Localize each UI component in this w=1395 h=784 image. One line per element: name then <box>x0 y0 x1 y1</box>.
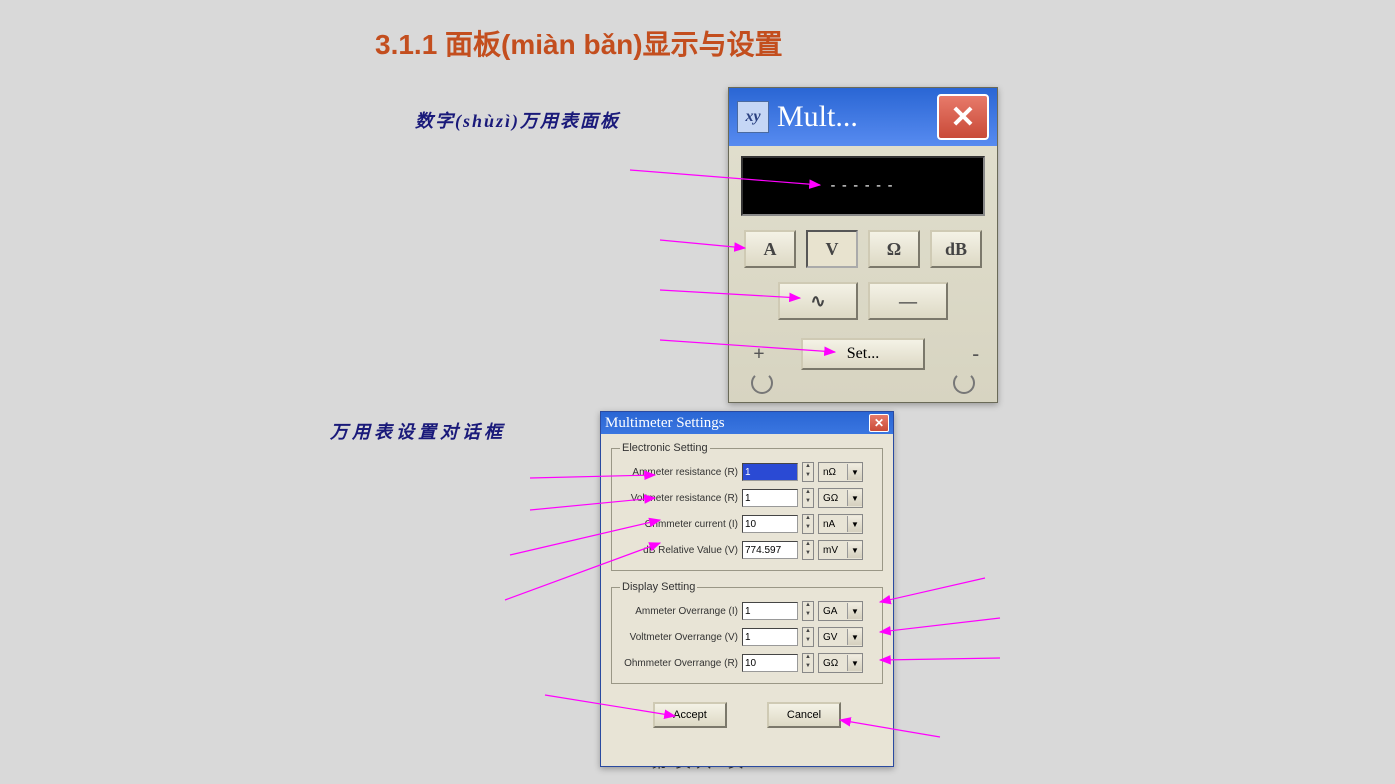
ohm-i-spinner[interactable]: ▲▼ <box>802 514 814 534</box>
field-voltmeter-overrange: Voltmeter Overrange (V) ▲▼ GV▼ <box>620 627 874 647</box>
volt-over-spinner[interactable]: ▲▼ <box>802 627 814 647</box>
multimeter-panel: xy Mult... ✕ ------ A V Ω dB ∿ — + Set..… <box>728 87 998 403</box>
multimeter-titlebar: xy Mult... ✕ <box>729 88 997 146</box>
display-setting-group: Display Setting Ammeter Overrange (I) ▲▼… <box>611 581 883 684</box>
wave-dc-button[interactable]: — <box>868 282 948 320</box>
ammeter-r-unit-dropdown[interactable]: ▼ <box>847 464 862 480</box>
multimeter-title-text: Mult... <box>777 100 929 134</box>
ohm-over-input[interactable] <box>742 654 798 672</box>
ohm-over-unit-dropdown[interactable]: ▼ <box>847 655 862 671</box>
voltmeter-r-input[interactable] <box>742 489 798 507</box>
dc-line-icon: — <box>899 291 917 312</box>
voltmeter-r-unit: GΩ <box>819 493 847 504</box>
mode-volt-button[interactable]: V <box>806 230 858 268</box>
settings-titlebar: Multimeter Settings ✕ <box>601 412 893 434</box>
amm-over-input[interactable] <box>742 602 798 620</box>
ohm-over-unit: GΩ <box>819 658 847 669</box>
mode-ohm-button[interactable]: Ω <box>868 230 920 268</box>
display-setting-legend: Display Setting <box>620 581 697 593</box>
ammeter-r-input[interactable] <box>742 463 798 481</box>
db-v-input[interactable] <box>742 541 798 559</box>
voltmeter-r-unit-dropdown[interactable]: ▼ <box>847 490 862 506</box>
ohm-over-label: Ohmmeter Overrange (R) <box>620 658 738 669</box>
ohm-i-input[interactable] <box>742 515 798 533</box>
terminal-minus-icon[interactable] <box>953 372 975 394</box>
sine-wave-icon: ∿ <box>810 291 825 312</box>
electronic-setting-legend: Electronic Setting <box>620 442 710 454</box>
field-voltmeter-resistance: Voltmeter resistance (R) ▲▼ GΩ▼ <box>620 488 874 508</box>
terminal-minus-label: - <box>955 343 979 366</box>
close-icon[interactable]: ✕ <box>869 414 889 432</box>
field-ohmmeter-current: Ohmmeter current (I) ▲▼ nA▼ <box>620 514 874 534</box>
electronic-setting-group: Electronic Setting Ammeter resistance (R… <box>611 442 883 571</box>
field-ammeter-overrange: Ammeter Overrange (I) ▲▼ GA▼ <box>620 601 874 621</box>
ammeter-r-spinner[interactable]: ▲▼ <box>802 462 814 482</box>
section-heading: 3.1.1 面板(miàn bǎn)显示与设置 <box>375 25 795 64</box>
amm-over-unit-dropdown[interactable]: ▼ <box>847 603 862 619</box>
label-panel: 数字(shùzì)万用表面板 <box>415 108 635 135</box>
label-settings-dialog: 万用表设置对话框 <box>330 418 506 444</box>
field-ammeter-resistance: Ammeter resistance (R) ▲▼ nΩ▼ <box>620 462 874 482</box>
multimeter-app-icon: xy <box>737 101 769 133</box>
amm-over-label: Ammeter Overrange (I) <box>620 606 738 617</box>
volt-over-unit-dropdown[interactable]: ▼ <box>847 629 862 645</box>
settings-title-text: Multimeter Settings <box>605 415 865 432</box>
terminal-plus-icon[interactable] <box>751 372 773 394</box>
cancel-button[interactable]: Cancel <box>767 702 841 728</box>
wave-ac-button[interactable]: ∿ <box>778 282 858 320</box>
ohm-i-unit: nA <box>819 519 847 530</box>
volt-over-unit: GV <box>819 632 847 643</box>
amm-over-unit: GA <box>819 606 847 617</box>
accept-button[interactable]: Accept <box>653 702 727 728</box>
volt-over-input[interactable] <box>742 628 798 646</box>
db-v-spinner[interactable]: ▲▼ <box>802 540 814 560</box>
volt-over-label: Voltmeter Overrange (V) <box>620 632 738 643</box>
mode-amp-button[interactable]: A <box>744 230 796 268</box>
field-db-relative-value: dB Relative Value (V) ▲▼ mV▼ <box>620 540 874 560</box>
ammeter-r-label: Ammeter resistance (R) <box>620 467 738 478</box>
voltmeter-r-label: Voltmeter resistance (R) <box>620 493 738 504</box>
amm-over-spinner[interactable]: ▲▼ <box>802 601 814 621</box>
ohm-i-unit-dropdown[interactable]: ▼ <box>847 516 862 532</box>
field-ohmmeter-overrange: Ohmmeter Overrange (R) ▲▼ GΩ▼ <box>620 653 874 673</box>
multimeter-settings-dialog: Multimeter Settings ✕ Electronic Setting… <box>600 411 894 767</box>
ohm-i-label: Ohmmeter current (I) <box>620 519 738 530</box>
mode-db-button[interactable]: dB <box>930 230 982 268</box>
close-icon[interactable]: ✕ <box>937 94 989 140</box>
set-button[interactable]: Set... <box>801 338 925 370</box>
multimeter-display: ------ <box>741 156 985 216</box>
db-v-label: dB Relative Value (V) <box>620 545 738 556</box>
voltmeter-r-spinner[interactable]: ▲▼ <box>802 488 814 508</box>
ohm-over-spinner[interactable]: ▲▼ <box>802 653 814 673</box>
ammeter-r-unit: nΩ <box>819 467 847 478</box>
db-v-unit-dropdown[interactable]: ▼ <box>847 542 862 558</box>
db-v-unit: mV <box>819 545 847 556</box>
terminal-plus-label: + <box>747 343 771 366</box>
